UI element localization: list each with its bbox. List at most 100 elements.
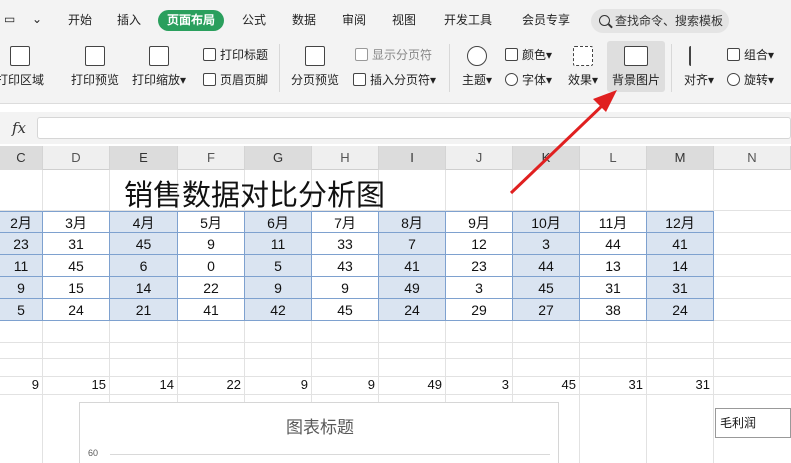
data-cell[interactable]: 13 <box>580 255 647 277</box>
month-header-cell[interactable]: 3月 <box>43 211 110 233</box>
print-titles-button[interactable]: 打印标题 <box>203 46 268 64</box>
column-header[interactable]: G <box>245 146 312 170</box>
chart[interactable]: 图表标题 60 <box>79 402 559 463</box>
group-button[interactable]: 组合▾ <box>727 46 774 64</box>
month-header-cell[interactable]: 7月 <box>312 211 379 233</box>
month-header-cell[interactable]: 8月 <box>379 211 446 233</box>
column-header[interactable]: L <box>580 146 647 170</box>
data-cell[interactable]: 12 <box>446 233 513 255</box>
font-button[interactable]: 字体▾ <box>505 71 552 89</box>
search-box[interactable]: 查找命令、搜索模板 <box>591 9 729 33</box>
tab-insert[interactable]: 插入 <box>117 10 141 31</box>
month-header-cell[interactable]: 5月 <box>178 211 245 233</box>
data-cell[interactable]: 45 <box>110 233 178 255</box>
column-header[interactable]: F <box>178 146 245 170</box>
tab-review[interactable]: 审阅 <box>342 10 366 31</box>
data-cell[interactable]: 3 <box>446 277 513 299</box>
page-break-preview-button[interactable]: 分页预览 <box>287 46 343 88</box>
show-page-break-checkbox[interactable]: 显示分页符 <box>355 46 432 64</box>
column-header[interactable]: M <box>647 146 714 170</box>
data-cell[interactable]: 6 <box>110 255 178 277</box>
data-cell[interactable]: 29 <box>446 299 513 321</box>
month-header-cell[interactable]: 12月 <box>647 211 714 233</box>
tab-view[interactable]: 视图 <box>392 10 416 31</box>
insert-page-break-button[interactable]: 插入分页符▾ <box>353 71 436 89</box>
data-cell[interactable]: 43 <box>312 255 379 277</box>
data-cell[interactable]: 9 <box>245 376 312 394</box>
data-cell[interactable]: 22 <box>178 376 245 394</box>
column-header[interactable]: C <box>0 146 43 170</box>
data-cell[interactable]: 14 <box>647 255 714 277</box>
data-cell[interactable]: 49 <box>379 376 446 394</box>
data-cell[interactable]: 9 <box>312 376 379 394</box>
tab-developer[interactable]: 开发工具 <box>444 10 492 31</box>
chevron-down-icon[interactable]: ⌄ <box>32 9 42 30</box>
month-header-cell[interactable]: 4月 <box>110 211 178 233</box>
data-cell[interactable]: 24 <box>647 299 714 321</box>
data-cell[interactable]: 33 <box>312 233 379 255</box>
month-header-cell[interactable]: 9月 <box>446 211 513 233</box>
data-cell[interactable]: 44 <box>513 255 580 277</box>
data-cell[interactable]: 31 <box>580 277 647 299</box>
column-header[interactable]: H <box>312 146 379 170</box>
data-cell[interactable]: 7 <box>379 233 446 255</box>
data-cell[interactable]: 45 <box>513 277 580 299</box>
month-header-cell[interactable]: 11月 <box>580 211 647 233</box>
align-button[interactable]: 对齐▾ <box>679 46 719 88</box>
menu-dropdown-icon[interactable]: ▭ <box>4 9 15 30</box>
column-header[interactable]: E <box>110 146 178 170</box>
data-cell[interactable]: 11 <box>0 255 43 277</box>
data-cell[interactable]: 38 <box>580 299 647 321</box>
data-cell[interactable]: 9 <box>178 233 245 255</box>
data-cell[interactable]: 9 <box>0 277 43 299</box>
data-cell[interactable]: 5 <box>0 299 43 321</box>
data-cell[interactable]: 15 <box>43 277 110 299</box>
data-cell[interactable]: 3 <box>513 233 580 255</box>
color-button[interactable]: 颜色▾ <box>505 46 552 64</box>
effects-button[interactable]: 效果▾ <box>565 46 601 88</box>
tab-home[interactable]: 开始 <box>68 10 92 31</box>
data-cell[interactable]: 45 <box>43 255 110 277</box>
data-cell[interactable]: 42 <box>245 299 312 321</box>
function-icon[interactable]: fx <box>12 119 26 137</box>
column-header[interactable]: I <box>379 146 446 170</box>
data-cell[interactable]: 0 <box>178 255 245 277</box>
data-cell[interactable]: 41 <box>178 299 245 321</box>
print-scale-button[interactable]: 打印缩放▾ <box>128 46 190 88</box>
data-cell[interactable]: 22 <box>178 277 245 299</box>
column-header[interactable]: D <box>43 146 110 170</box>
data-cell[interactable]: 31 <box>647 277 714 299</box>
data-cell[interactable]: 23 <box>0 233 43 255</box>
data-cell[interactable]: 41 <box>647 233 714 255</box>
data-cell[interactable]: 41 <box>379 255 446 277</box>
data-cell[interactable]: 45 <box>513 376 580 394</box>
data-cell[interactable]: 27 <box>513 299 580 321</box>
data-cell[interactable]: 44 <box>580 233 647 255</box>
tab-formulas[interactable]: 公式 <box>242 10 266 31</box>
rotate-button[interactable]: 旋转▾ <box>727 71 774 89</box>
data-cell[interactable]: 31 <box>43 233 110 255</box>
data-cell[interactable]: 31 <box>580 376 647 394</box>
print-preview-button[interactable]: 打印预览 <box>66 46 124 88</box>
tab-data[interactable]: 数据 <box>292 10 316 31</box>
data-cell[interactable]: 45 <box>312 299 379 321</box>
tab-membership[interactable]: 会员专享 <box>522 10 570 31</box>
legend-label[interactable]: 毛利润 <box>715 408 791 438</box>
data-cell[interactable]: 31 <box>647 376 714 394</box>
data-cell[interactable]: 24 <box>379 299 446 321</box>
data-cell[interactable]: 9 <box>312 277 379 299</box>
chart-title[interactable]: 图表标题 <box>80 413 560 438</box>
data-cell[interactable]: 24 <box>43 299 110 321</box>
header-footer-button[interactable]: 页眉页脚 <box>203 71 268 89</box>
worksheet-grid[interactable]: 销售数据对比分析图 图表标题 60 毛利润 2月 23 11 9 5 9 3月 31 45 15 2… <box>0 170 791 463</box>
data-cell[interactable]: 14 <box>110 376 178 394</box>
data-cell[interactable]: 14 <box>110 277 178 299</box>
data-cell[interactable]: 5 <box>245 255 312 277</box>
column-header[interactable]: K <box>513 146 580 170</box>
month-header-cell[interactable]: 6月 <box>245 211 312 233</box>
data-cell[interactable]: 11 <box>245 233 312 255</box>
column-header[interactable]: J <box>446 146 513 170</box>
tab-page-layout[interactable]: 页面布局 <box>158 10 225 31</box>
data-cell[interactable]: 49 <box>379 277 446 299</box>
data-cell[interactable]: 15 <box>43 376 110 394</box>
